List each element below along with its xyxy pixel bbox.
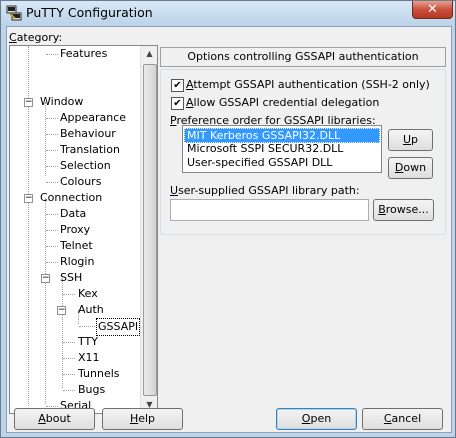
tree-scrollbar[interactable]: ▲ ▼	[140, 46, 157, 413]
tree-item-translation[interactable]: Translation	[60, 142, 120, 158]
tree-item-proxy[interactable]: Proxy	[60, 222, 90, 238]
list-item[interactable]: User-specified GSSAPI DLL	[185, 156, 334, 169]
allow-delegation-label[interactable]: Allow GSSAPI credential delegation	[186, 96, 379, 109]
tree-connector	[46, 150, 58, 151]
checkmark-icon: ✔	[173, 80, 182, 91]
attempt-gssapi-checkbox[interactable]: ✔	[171, 79, 184, 92]
tree-connector	[46, 134, 58, 135]
putty-icon	[6, 5, 22, 21]
checkmark-icon: ✔	[173, 98, 182, 109]
tree-connector	[46, 166, 58, 167]
title-bar[interactable]: PuTTY Configuration ✕	[1, 1, 455, 25]
cancel-button[interactable]: Cancel	[362, 408, 443, 430]
connection-collapse-icon[interactable]: −	[24, 194, 33, 203]
scroll-up-arrow-icon[interactable]: ▲	[142, 46, 157, 62]
dialog-client: Category: − − − − Features Window Appear…	[6, 26, 452, 433]
help-button[interactable]: Help	[102, 408, 183, 430]
tree-item-rlogin[interactable]: Rlogin	[60, 254, 94, 270]
allow-delegation-checkbox[interactable]: ✔	[171, 97, 184, 110]
panel-header: Options controlling GSSAPI authenticatio…	[160, 47, 446, 67]
tree-item-auth[interactable]: Auth	[78, 302, 104, 318]
tree-connector	[46, 406, 58, 407]
tree-item-features[interactable]: Features	[60, 46, 107, 62]
tree-item-appearance[interactable]: Appearance	[60, 110, 126, 126]
tree-connector	[63, 358, 75, 359]
open-button[interactable]: Open	[276, 408, 357, 430]
tree-connector	[46, 246, 58, 247]
tree-connector	[79, 326, 95, 327]
tree-item-gssapi[interactable]: GSSAPI	[96, 318, 141, 336]
up-button[interactable]: Up	[388, 129, 433, 151]
tree-connector	[46, 262, 58, 263]
tree-connector	[45, 198, 46, 404]
tree-item-telnet[interactable]: Telnet	[60, 238, 93, 254]
tree-item-behaviour[interactable]: Behaviour	[60, 126, 116, 142]
list-item[interactable]: MIT Kerberos GSSAPI32.DLL	[184, 128, 380, 143]
down-button[interactable]: Down	[388, 157, 433, 179]
tree-connector	[63, 390, 75, 391]
library-path-label: User-supplied GSSAPI library path:	[170, 184, 360, 197]
tree-item-bugs[interactable]: Bugs	[78, 382, 105, 398]
tree-connector	[46, 118, 58, 119]
tree-item-window[interactable]: Window	[40, 94, 83, 110]
tree-item-ssh[interactable]: SSH	[60, 270, 82, 286]
close-button[interactable]: ✕	[412, 1, 453, 19]
tree-connector	[63, 374, 75, 375]
library-path-input[interactable]	[170, 199, 369, 221]
about-button[interactable]: About	[14, 408, 95, 430]
tree-item-x11[interactable]: X11	[78, 350, 100, 366]
category-tree[interactable]: − − − − Features Window Appearance Behav…	[9, 45, 158, 414]
close-icon: ✕	[427, 2, 438, 17]
tree-connector	[46, 230, 58, 231]
category-label: Category:	[9, 31, 63, 44]
auth-collapse-icon[interactable]: −	[57, 306, 66, 315]
tree-connector	[63, 342, 75, 343]
attempt-gssapi-label[interactable]: Attempt GSSAPI authentication (SSH-2 onl…	[186, 78, 430, 91]
list-item[interactable]: Microsoft SSPI SECUR32.DLL	[185, 142, 345, 155]
tree-item-data[interactable]: Data	[60, 206, 86, 222]
ssh-collapse-icon[interactable]: −	[41, 274, 50, 283]
tree-connector	[46, 54, 58, 55]
tree-item-colours[interactable]: Colours	[60, 174, 101, 190]
tree-connector	[45, 102, 46, 176]
tree-item-kex[interactable]: Kex	[78, 286, 98, 302]
tree-item-selection[interactable]: Selection	[60, 158, 111, 174]
browse-button[interactable]: Browse...	[373, 199, 434, 221]
tree-item-connection[interactable]: Connection	[40, 190, 102, 206]
tree-connector	[46, 182, 58, 183]
tree-connector	[46, 214, 58, 215]
tree-item-tty[interactable]: TTY	[78, 334, 98, 350]
tree-connector	[63, 294, 75, 295]
tree-item-tunnels[interactable]: Tunnels	[78, 366, 120, 382]
gssapi-library-list[interactable]: MIT Kerberos GSSAPI32.DLL Microsoft SSPI…	[182, 125, 382, 173]
window-collapse-icon[interactable]: −	[24, 98, 33, 107]
scroll-thumb[interactable]	[143, 64, 157, 396]
window-title: PuTTY Configuration	[26, 5, 153, 20]
putty-window: PuTTY Configuration ✕ Category: − − − − …	[0, 0, 456, 438]
